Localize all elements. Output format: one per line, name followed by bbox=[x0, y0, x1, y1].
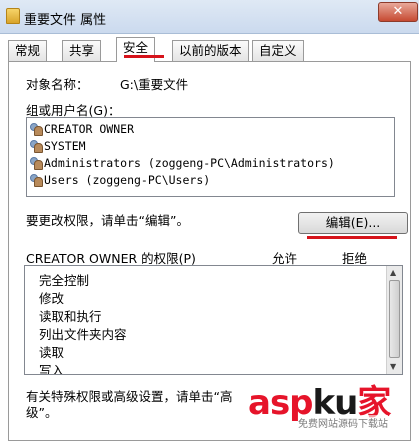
tab-highlight-underline bbox=[124, 55, 164, 58]
scroll-down-arrow-icon[interactable]: ▼ bbox=[390, 362, 396, 371]
list-item[interactable]: CREATOR OWNER bbox=[29, 122, 134, 139]
principal-name: SYSTEM bbox=[44, 139, 86, 153]
watermark-subtitle: 免费网站源码下载站 bbox=[298, 415, 388, 430]
user-group-icon bbox=[29, 140, 43, 153]
list-item: 修改 bbox=[39, 291, 65, 306]
edit-highlight-underline bbox=[307, 236, 397, 239]
user-group-icon bbox=[29, 174, 43, 187]
scroll-up-arrow-icon[interactable]: ▲ bbox=[390, 268, 396, 277]
list-item[interactable]: Users (zoggeng-PC\Users) bbox=[29, 173, 210, 190]
list-item[interactable]: Administrators (zoggeng-PC\Administrator… bbox=[29, 156, 335, 173]
list-item[interactable]: SYSTEM bbox=[29, 139, 86, 156]
list-item: 读取 bbox=[39, 345, 65, 360]
principal-name: Users (zoggeng-PC\Users) bbox=[44, 173, 211, 187]
window-title: 重要文件 属性 bbox=[24, 13, 107, 28]
special-permissions-hint-continued: 级”。 bbox=[26, 405, 58, 420]
principal-name: CREATOR OWNER bbox=[44, 122, 135, 136]
list-item: 列出文件夹内容 bbox=[39, 327, 127, 342]
user-group-icon bbox=[29, 157, 43, 170]
tab-general[interactable]: 常规 bbox=[8, 40, 48, 61]
folder-icon bbox=[6, 8, 20, 24]
object-name-label: 对象名称： bbox=[26, 77, 89, 92]
list-item: 完全控制 bbox=[39, 273, 90, 288]
watermark-logo: aspku家 免费网站源码下载站 bbox=[248, 375, 418, 431]
principals-list[interactable]: CREATOR OWNER SYSTEM Administrators (zog… bbox=[26, 117, 395, 197]
scrollbar-thumb[interactable] bbox=[389, 280, 400, 358]
user-group-icon bbox=[29, 123, 43, 136]
scrollbar[interactable]: ▲ ▼ bbox=[386, 266, 402, 374]
object-name-value: G:\重要文件 bbox=[120, 77, 189, 92]
list-item: 读取和执行 bbox=[39, 309, 102, 324]
tab-sharing[interactable]: 共享 bbox=[62, 40, 102, 61]
tab-previous-versions[interactable]: 以前的版本 bbox=[172, 40, 249, 61]
change-permissions-hint: 要更改权限，请单击“编辑”。 bbox=[26, 213, 189, 228]
tab-customize[interactable]: 自定义 bbox=[252, 40, 304, 61]
tab-security[interactable]: 安全 bbox=[116, 37, 156, 62]
list-item: 写入 bbox=[39, 363, 65, 375]
close-button[interactable]: ✕ bbox=[378, 2, 418, 22]
permissions-list[interactable]: 完全控制 修改 读取和执行 列出文件夹内容 读取 写入 ▲ ▼ bbox=[24, 265, 403, 375]
edit-button[interactable]: 编辑(E)... bbox=[298, 212, 408, 234]
principal-name: Administrators (zoggeng-PC\Administrator… bbox=[44, 156, 335, 170]
